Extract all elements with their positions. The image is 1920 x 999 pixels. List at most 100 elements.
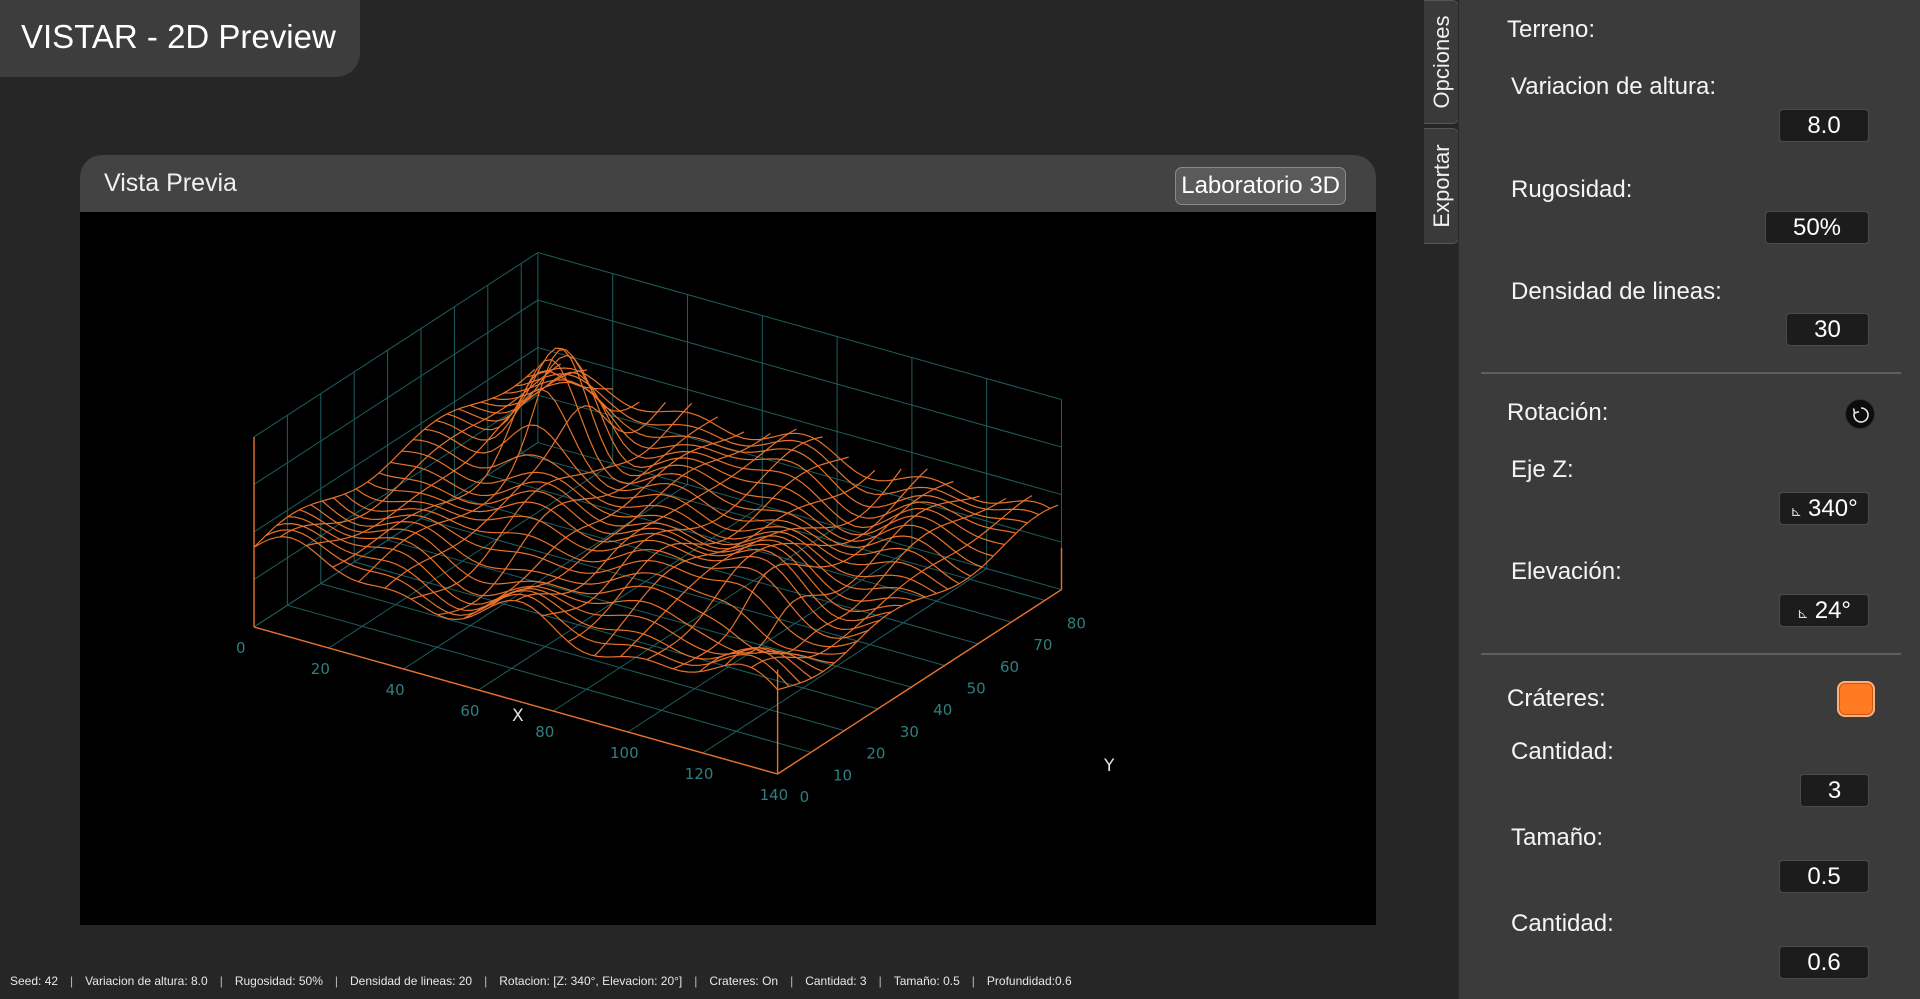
angle-icon: ⊾	[1790, 503, 1803, 519]
box-edge	[253, 626, 778, 775]
status-bar: Seed: 42 | Variacion de altura: 8.0 | Rugosi…	[10, 974, 1072, 988]
terrain-contours	[253, 347, 1059, 691]
y-tick-label: 70	[1033, 636, 1052, 654]
z-axis-input[interactable]: ⊾ 340°	[1779, 492, 1869, 525]
y-tick-label: 0	[800, 788, 810, 806]
preview-title: Vista Previa	[104, 169, 237, 197]
status-item: Densidad de lineas: 20	[350, 974, 473, 988]
status-item: Rugosidad: 50%	[234, 974, 323, 988]
x-tick-label: 60	[460, 702, 479, 720]
z-axis-label: Eje Z:	[1511, 456, 1574, 483]
height-variation-label: Variacion de altura:	[1511, 73, 1717, 100]
app-title: VISTAR - 2D Preview	[21, 18, 336, 55]
preview-card: Vista Previa Laboratorio 3D 0 20 40 60 80 100…	[80, 155, 1376, 925]
x-axis-label: X	[512, 706, 524, 726]
grid-line	[537, 347, 1062, 496]
settings-panel: Terreno: Variacion de altura: 8.0 Rugosi…	[1458, 0, 1920, 999]
status-item: Seed: 42	[10, 974, 59, 988]
line-density-label: Densidad de lineas:	[1511, 278, 1722, 305]
terrain-line	[463, 431, 745, 620]
x-tick-label: 0	[236, 639, 246, 657]
app-title-tab: VISTAR - 2D Preview	[0, 0, 360, 77]
reset-icon	[1852, 407, 1869, 423]
y-tick-label: 10	[833, 766, 852, 784]
plot-grid	[253, 252, 1062, 775]
x-tick-label: 80	[535, 723, 554, 741]
terrain-line	[358, 349, 640, 583]
terrain-plot[interactable]: 0 20 40 60 80 100 120 140 0 10 20 30 40 50 60 70 80 X Y	[80, 212, 1376, 925]
box-edge	[777, 588, 1062, 775]
x-tick-label: 100	[610, 744, 639, 762]
lab-3d-button[interactable]: Laboratorio 3D	[1175, 167, 1346, 205]
plot-box	[253, 437, 1063, 775]
grid-line	[537, 299, 1062, 448]
tab-options-label: Opciones	[1428, 15, 1454, 109]
y-tick-label: 60	[1000, 658, 1019, 676]
roughness-input[interactable]: 50%	[1765, 211, 1869, 244]
status-item: Variacion de altura: 8.0	[85, 974, 208, 988]
y-tick-label: 40	[933, 701, 952, 719]
status-separator: |	[971, 974, 975, 988]
terrain-line	[724, 497, 1007, 666]
preview-header: Vista Previa Laboratorio 3D	[80, 155, 1376, 212]
x-tick-label: 140	[760, 786, 789, 804]
line-density-input[interactable]: 30	[1786, 313, 1869, 346]
tab-options[interactable]: Opciones	[1424, 0, 1460, 124]
crater-count-input[interactable]: 3	[1800, 774, 1869, 807]
roughness-label: Rugosidad:	[1511, 176, 1633, 203]
rotation-section-title: Rotación:	[1507, 399, 1609, 426]
y-tick-label: 30	[900, 723, 919, 741]
z-axis-value: 340°	[1808, 495, 1858, 522]
x-tick-label: 120	[685, 765, 714, 783]
status-separator: |	[878, 974, 882, 988]
craters-section-title: Cráteres:	[1507, 685, 1606, 712]
crater-count-label: Cantidad:	[1511, 738, 1614, 765]
terrain-line	[344, 493, 869, 639]
section-divider	[1481, 372, 1901, 374]
y-tick-label: 80	[1067, 614, 1086, 632]
status-separator: |	[694, 974, 698, 988]
crater-size-input[interactable]: 0.5	[1779, 860, 1869, 893]
status-item: Tamaño: 0.5	[893, 974, 960, 988]
grid-line	[552, 526, 838, 712]
status-separator: |	[219, 974, 223, 988]
grid-line	[420, 518, 945, 666]
x-tick-label: 40	[386, 681, 405, 699]
terrain-line	[253, 536, 779, 691]
status-item: Rotacion: [Z: 340°, Elevacion: 20°]	[499, 974, 683, 988]
y-axis-label: Y	[1103, 756, 1115, 776]
craters-toggle[interactable]	[1837, 681, 1875, 717]
tab-export[interactable]: Exportar	[1424, 128, 1460, 244]
grid-line	[253, 347, 539, 533]
elevation-label: Elevación:	[1511, 558, 1622, 585]
terrain-line	[410, 402, 693, 600]
crater-depth-label: Cantidad:	[1511, 910, 1614, 937]
status-separator: |	[70, 974, 74, 988]
reset-rotation-button[interactable]	[1845, 399, 1875, 429]
grid-line	[253, 252, 539, 438]
elevation-value: 24°	[1814, 597, 1852, 624]
grid-line	[537, 252, 1062, 401]
grid-line	[387, 539, 912, 688]
angle-icon: ⊾	[1796, 605, 1809, 621]
status-item: Crateres: On	[709, 974, 779, 988]
status-separator: |	[334, 974, 339, 988]
elevation-input[interactable]: ⊾ 24°	[1779, 594, 1869, 627]
y-tick-label: 50	[967, 680, 986, 698]
tab-export-label: Exportar	[1428, 144, 1454, 228]
status-item: Cantidad: 3	[805, 974, 867, 988]
status-separator: |	[484, 974, 488, 988]
crater-size-label: Tamaño:	[1511, 824, 1604, 851]
terrain-line	[306, 369, 587, 547]
grid-line	[354, 561, 878, 710]
terrain-section-title: Terreno:	[1507, 16, 1596, 43]
terrain-line	[253, 369, 536, 548]
y-tick-label: 20	[866, 745, 885, 763]
height-variation-input[interactable]: 8.0	[1779, 109, 1869, 142]
status-item: Profundidad:0.6	[986, 974, 1072, 988]
grid-line	[403, 484, 688, 670]
grid-line	[702, 568, 987, 754]
crater-depth-input[interactable]: 0.6	[1779, 946, 1869, 979]
x-tick-label: 20	[311, 660, 330, 678]
status-separator: |	[790, 974, 794, 988]
